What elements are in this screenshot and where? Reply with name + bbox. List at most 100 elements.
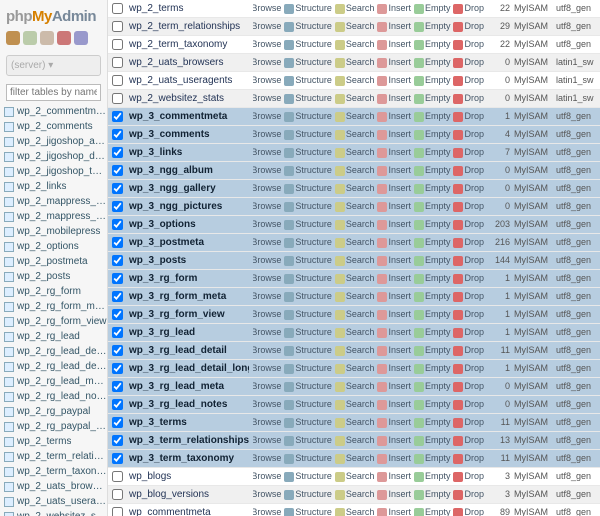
search-action[interactable]: Search	[335, 111, 375, 123]
search-action[interactable]: Search	[335, 39, 375, 51]
insert-action[interactable]: Insert	[377, 237, 411, 249]
insert-action[interactable]: Insert	[377, 39, 411, 51]
row-checkbox[interactable]	[112, 273, 123, 284]
row-checkbox[interactable]	[112, 219, 123, 230]
drop-action[interactable]: Drop	[453, 399, 484, 411]
sidebar-item[interactable]: wp_2_jigoshop_downloadabl	[4, 149, 107, 164]
table-name[interactable]: wp_3_ngg_album	[129, 164, 249, 177]
row-checkbox[interactable]	[112, 3, 123, 14]
empty-action[interactable]: Empty	[414, 255, 451, 267]
empty-action[interactable]: Empty	[414, 345, 451, 357]
browse-action[interactable]: Browse	[253, 237, 281, 249]
table-name[interactable]: wp_3_ngg_pictures	[129, 200, 249, 213]
row-checkbox[interactable]	[112, 255, 123, 266]
search-action[interactable]: Search	[335, 417, 375, 429]
structure-action[interactable]: Structure	[284, 291, 332, 303]
insert-action[interactable]: Insert	[377, 381, 411, 393]
structure-action[interactable]: Structure	[284, 255, 332, 267]
drop-action[interactable]: Drop	[453, 165, 484, 177]
structure-action[interactable]: Structure	[284, 417, 332, 429]
table-name[interactable]: wp_3_postmeta	[129, 236, 249, 249]
browse-action[interactable]: Browse	[253, 147, 281, 159]
sidebar-item[interactable]: wp_2_posts	[4, 269, 107, 284]
insert-action[interactable]: Insert	[377, 219, 411, 231]
row-checkbox[interactable]	[112, 129, 123, 140]
structure-action[interactable]: Structure	[284, 273, 332, 285]
server-selector[interactable]: (server) ▾	[6, 55, 101, 76]
structure-action[interactable]: Structure	[284, 327, 332, 339]
search-action[interactable]: Search	[335, 3, 375, 15]
structure-action[interactable]: Structure	[284, 201, 332, 213]
row-checkbox[interactable]	[112, 381, 123, 392]
row-checkbox[interactable]	[112, 93, 123, 104]
browse-action[interactable]: Browse	[253, 201, 281, 213]
search-action[interactable]: Search	[335, 507, 375, 516]
drop-action[interactable]: Drop	[453, 507, 484, 516]
sql-icon[interactable]	[23, 31, 37, 45]
filter-input[interactable]	[6, 84, 101, 101]
insert-action[interactable]: Insert	[377, 417, 411, 429]
browse-action[interactable]: Browse	[253, 453, 281, 465]
empty-action[interactable]: Empty	[414, 3, 451, 15]
row-checkbox[interactable]	[112, 399, 123, 410]
drop-action[interactable]: Drop	[453, 435, 484, 447]
insert-action[interactable]: Insert	[377, 3, 411, 15]
search-action[interactable]: Search	[335, 399, 375, 411]
browse-action[interactable]: Browse	[253, 327, 281, 339]
row-checkbox[interactable]	[112, 327, 123, 338]
table-name[interactable]: wp_3_options	[129, 218, 249, 231]
search-action[interactable]: Search	[335, 381, 375, 393]
insert-action[interactable]: Insert	[377, 345, 411, 357]
row-checkbox[interactable]	[112, 507, 123, 516]
sidebar-item[interactable]: wp_2_rg_form_view	[4, 314, 107, 329]
empty-action[interactable]: Empty	[414, 165, 451, 177]
empty-action[interactable]: Empty	[414, 399, 451, 411]
row-checkbox[interactable]	[112, 345, 123, 356]
browse-action[interactable]: Browse	[253, 57, 281, 69]
search-action[interactable]: Search	[335, 255, 375, 267]
drop-action[interactable]: Drop	[453, 345, 484, 357]
browse-action[interactable]: Browse	[253, 75, 281, 87]
drop-action[interactable]: Drop	[453, 201, 484, 213]
structure-action[interactable]: Structure	[284, 363, 332, 375]
table-name[interactable]: wp_3_term_relationships	[129, 434, 249, 447]
search-action[interactable]: Search	[335, 273, 375, 285]
drop-action[interactable]: Drop	[453, 417, 484, 429]
insert-action[interactable]: Insert	[377, 471, 411, 483]
search-action[interactable]: Search	[335, 471, 375, 483]
drop-action[interactable]: Drop	[453, 219, 484, 231]
table-name[interactable]: wp_3_ngg_gallery	[129, 182, 249, 195]
drop-action[interactable]: Drop	[453, 381, 484, 393]
empty-action[interactable]: Empty	[414, 75, 451, 87]
empty-action[interactable]: Empty	[414, 453, 451, 465]
row-checkbox[interactable]	[112, 363, 123, 374]
empty-action[interactable]: Empty	[414, 291, 451, 303]
sidebar-item[interactable]: wp_2_mappress_posts	[4, 209, 107, 224]
search-action[interactable]: Search	[335, 21, 375, 33]
sidebar-item[interactable]: wp_2_jigoshop_termmeta	[4, 164, 107, 179]
insert-action[interactable]: Insert	[377, 309, 411, 321]
row-checkbox[interactable]	[112, 39, 123, 50]
sidebar-item[interactable]: wp_2_mobilepress	[4, 224, 107, 239]
drop-action[interactable]: Drop	[453, 57, 484, 69]
table-name[interactable]: wp_blogs	[129, 470, 249, 483]
sidebar-item[interactable]: wp_2_mappress_maps	[4, 194, 107, 209]
search-action[interactable]: Search	[335, 147, 375, 159]
drop-action[interactable]: Drop	[453, 471, 484, 483]
empty-action[interactable]: Empty	[414, 111, 451, 123]
drop-action[interactable]: Drop	[453, 111, 484, 123]
table-name[interactable]: wp_3_rg_lead_detail	[129, 344, 249, 357]
sidebar-item[interactable]: wp_2_term_taxonomy	[4, 464, 107, 479]
structure-action[interactable]: Structure	[284, 39, 332, 51]
structure-action[interactable]: Structure	[284, 111, 332, 123]
table-name[interactable]: wp_3_rg_lead_notes	[129, 398, 249, 411]
empty-action[interactable]: Empty	[414, 219, 451, 231]
empty-action[interactable]: Empty	[414, 363, 451, 375]
insert-action[interactable]: Insert	[377, 327, 411, 339]
insert-action[interactable]: Insert	[377, 147, 411, 159]
empty-action[interactable]: Empty	[414, 93, 451, 105]
table-name[interactable]: wp_blog_versions	[129, 488, 249, 501]
browse-action[interactable]: Browse	[253, 363, 281, 375]
browse-action[interactable]: Browse	[253, 3, 281, 15]
sidebar-item[interactable]: wp_2_postmeta	[4, 254, 107, 269]
